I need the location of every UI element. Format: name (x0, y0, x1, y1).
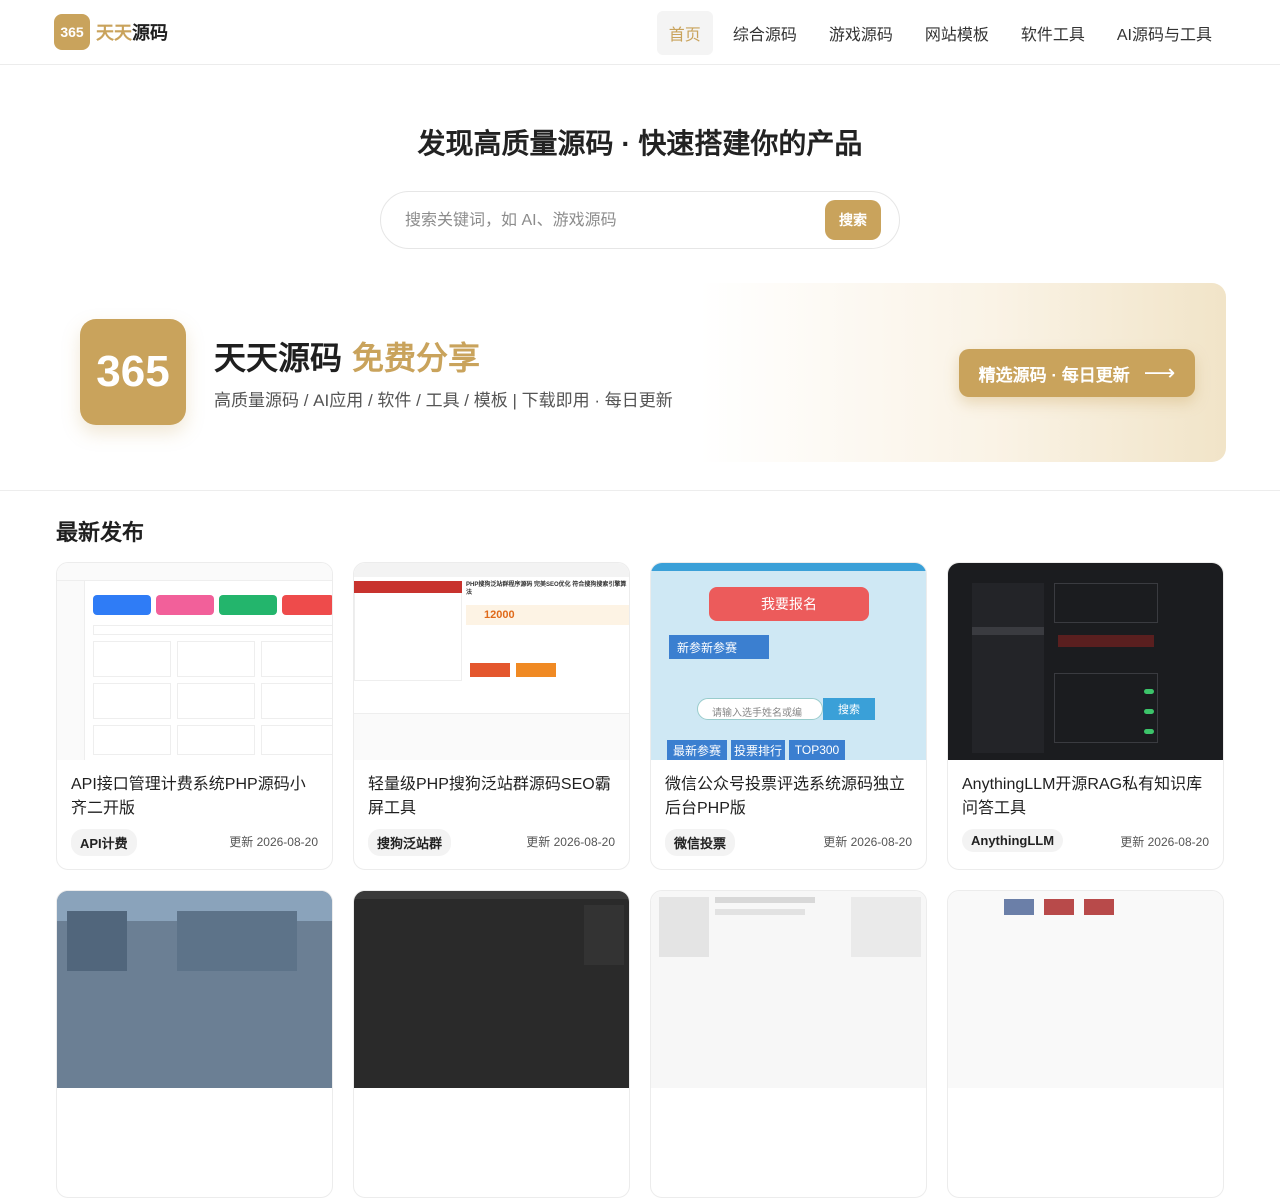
thumb-tab: 投票排行 (731, 740, 785, 760)
banner-title-main: 天天源码 (214, 340, 343, 376)
arrow-right-icon: ⟶ (1143, 360, 1176, 385)
card-thumbnail: 我要报名 新参新参赛 请输入选手姓名或编 搜索 最新参赛 投票排行 TOP300 (651, 563, 926, 760)
nav-home[interactable]: 首页 (656, 11, 713, 55)
source-card[interactable]: 我要报名 新参新参赛 请输入选手姓名或编 搜索 最新参赛 投票排行 TOP300… (650, 562, 927, 870)
card-tag[interactable]: 微信投票 (665, 829, 736, 856)
card-thumbnail (57, 563, 332, 760)
promo-banner: 365 天天源码 免费分享 高质量源码 / AI应用 / 软件 / 工具 / 模板… (56, 283, 1226, 462)
card-tag[interactable]: 搜狗泛站群 (368, 829, 452, 856)
thumb-register: 我要报名 (709, 587, 869, 621)
card-thumbnail (57, 891, 332, 1088)
card-title: 微信公众号投票评选系统源码独立后台PHP版 (665, 776, 906, 817)
source-card[interactable]: PHP搜狗泛站群程序源码 完美SEO优化 符合搜狗搜索引擎算法 12000 轻量… (353, 562, 630, 870)
nav-general-source[interactable]: 综合源码 (721, 11, 809, 55)
section-title: 最新发布 (56, 520, 145, 545)
banner-cta-button[interactable]: 精选源码 · 每日更新 ⟶ (959, 349, 1195, 397)
nav-website-templates[interactable]: 网站模板 (913, 11, 1001, 55)
card-title: 轻量级PHP搜狗泛站群源码SEO霸屏工具 (368, 776, 611, 817)
hero-title: 发现高质量源码 · 快速搭建你的产品 (417, 128, 863, 159)
thumb-price: 12000 (484, 609, 515, 621)
card-thumbnail: PHP搜狗泛站群程序源码 完美SEO优化 符合搜狗搜索引擎算法 12000 (354, 563, 629, 760)
card-thumbnail (948, 563, 1223, 760)
source-card[interactable]: API接口管理计费系统PHP源码小齐二开版 API计费 更新 2026-08-2… (56, 562, 333, 870)
thumb-search: 搜索 (823, 698, 875, 720)
card-date: 更新 2026-08-20 (229, 835, 318, 849)
search-button[interactable]: 搜索 (825, 200, 881, 240)
card-date: 更新 2026-08-20 (823, 835, 912, 849)
card-thumbnail (354, 891, 629, 1088)
nav-game-source[interactable]: 游戏源码 (817, 11, 905, 55)
nav-software-tools[interactable]: 软件工具 (1009, 11, 1097, 55)
site-header: 365 天天源码 首页 综合源码 游戏源码 网站模板 软件工具 AI源码与工具 (0, 0, 1280, 65)
logo-text-gold: 天天 (96, 23, 132, 43)
thumb-tab: 最新参赛 (667, 740, 727, 760)
banner-title-accent: 免费分享 (352, 340, 481, 376)
card-thumbnail (948, 891, 1223, 1088)
source-card[interactable] (650, 890, 927, 1198)
card-tag[interactable]: AnythingLLM (962, 829, 1064, 852)
thumb-input: 请输入选手姓名或编 (697, 698, 823, 720)
banner-cta-label: 精选源码 · 每日更新 (978, 365, 1130, 385)
section-divider (0, 490, 1280, 491)
site-logo[interactable]: 365 天天源码 (54, 14, 168, 50)
card-thumbnail (651, 891, 926, 1088)
main-nav: 首页 综合源码 游戏源码 网站模板 软件工具 AI源码与工具 (649, 11, 1224, 55)
card-date: 更新 2026-08-20 (1120, 835, 1209, 849)
logo-badge: 365 (54, 14, 90, 50)
card-title: AnythingLLM开源RAG私有知识库问答工具 (962, 776, 1203, 817)
card-title: API接口管理计费系统PHP源码小齐二开版 (71, 776, 306, 817)
card-tag[interactable]: API计费 (71, 829, 137, 856)
thumb-tab: TOP300 (789, 740, 845, 760)
logo-text-dark: 源码 (132, 23, 168, 43)
nav-ai-source[interactable]: AI源码与工具 (1105, 11, 1224, 55)
banner-title: 天天源码 免费分享 (214, 333, 480, 379)
banner-subtitle: 高质量源码 / AI应用 / 软件 / 工具 / 模板 | 下载即用 · 每日更… (214, 391, 673, 410)
banner-logo: 365 (80, 319, 186, 425)
thumb-heading: PHP搜狗泛站群程序源码 完美SEO优化 符合搜狗搜索引擎算法 (466, 582, 627, 596)
source-card[interactable] (56, 890, 333, 1198)
source-card[interactable]: AnythingLLM开源RAG私有知识库问答工具 AnythingLLM 更新… (947, 562, 1224, 870)
logo-text: 天天源码 (96, 19, 168, 45)
search-input[interactable] (405, 208, 805, 234)
thumb-new: 新参新参赛 (669, 635, 769, 659)
search-box: 搜索 (380, 191, 900, 249)
source-card[interactable] (947, 890, 1224, 1198)
source-card[interactable] (353, 890, 630, 1198)
card-date: 更新 2026-08-20 (526, 835, 615, 849)
